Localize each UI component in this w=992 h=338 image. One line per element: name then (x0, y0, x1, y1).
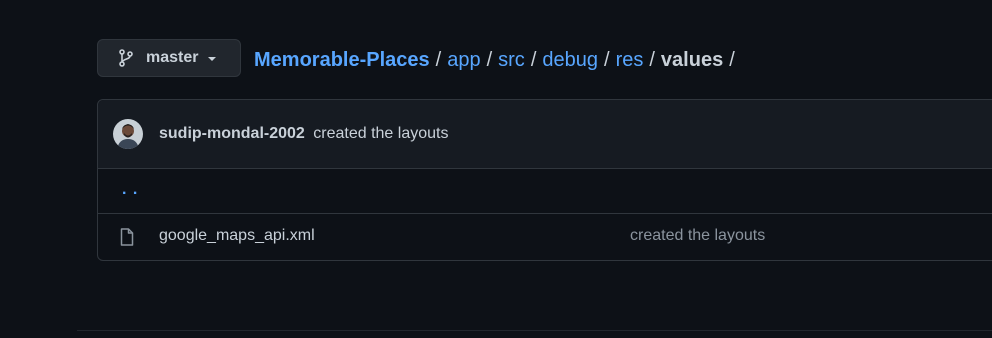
breadcrumb-separator: / (649, 49, 655, 71)
breadcrumb: Memorable-Places / app / src / debug / r… (254, 47, 741, 73)
breadcrumb-link-app[interactable]: app (447, 47, 480, 73)
file-icon (120, 228, 134, 251)
breadcrumb-separator: / (435, 49, 442, 71)
breadcrumb-separator: / (530, 49, 537, 71)
parent-directory-link[interactable]: . . (122, 181, 138, 199)
breadcrumb-separator: / (486, 49, 493, 71)
breadcrumb-separator: / (729, 49, 735, 71)
latest-commit-row: sudip-mondal-2002 created the layouts (98, 100, 992, 169)
file-name-link[interactable]: google_maps_api.xml (159, 227, 315, 245)
breadcrumb-separator: / (604, 49, 610, 71)
parent-directory-row[interactable]: . . (98, 169, 992, 214)
breadcrumb-repo-link[interactable]: Memorable-Places (254, 47, 430, 73)
branch-name: master (146, 49, 199, 66)
file-browser: sudip-mondal-2002 created the layouts . … (97, 99, 992, 261)
breadcrumb-link-src[interactable]: src (498, 47, 525, 73)
chevron-down-icon (208, 57, 217, 61)
breadcrumb-link-debug[interactable]: debug (542, 47, 598, 73)
branch-selector-button[interactable]: master (97, 39, 241, 77)
commit-author-link[interactable]: sudip-mondal-2002 (159, 125, 305, 142)
file-row[interactable]: google_maps_api.xml created the layouts (98, 214, 992, 260)
repo-page: master Memorable-Places / app / src / de… (0, 0, 992, 338)
divider (77, 330, 992, 331)
commit-message-link[interactable]: created the layouts (313, 125, 448, 142)
breadcrumb-current: values (660, 49, 724, 71)
breadcrumb-link-res[interactable]: res (616, 47, 644, 73)
git-branch-icon (118, 49, 134, 67)
commit-summary: sudip-mondal-2002 created the layouts (159, 124, 448, 144)
avatar[interactable] (113, 119, 143, 149)
file-commit-message-link[interactable]: created the layouts (630, 227, 765, 245)
